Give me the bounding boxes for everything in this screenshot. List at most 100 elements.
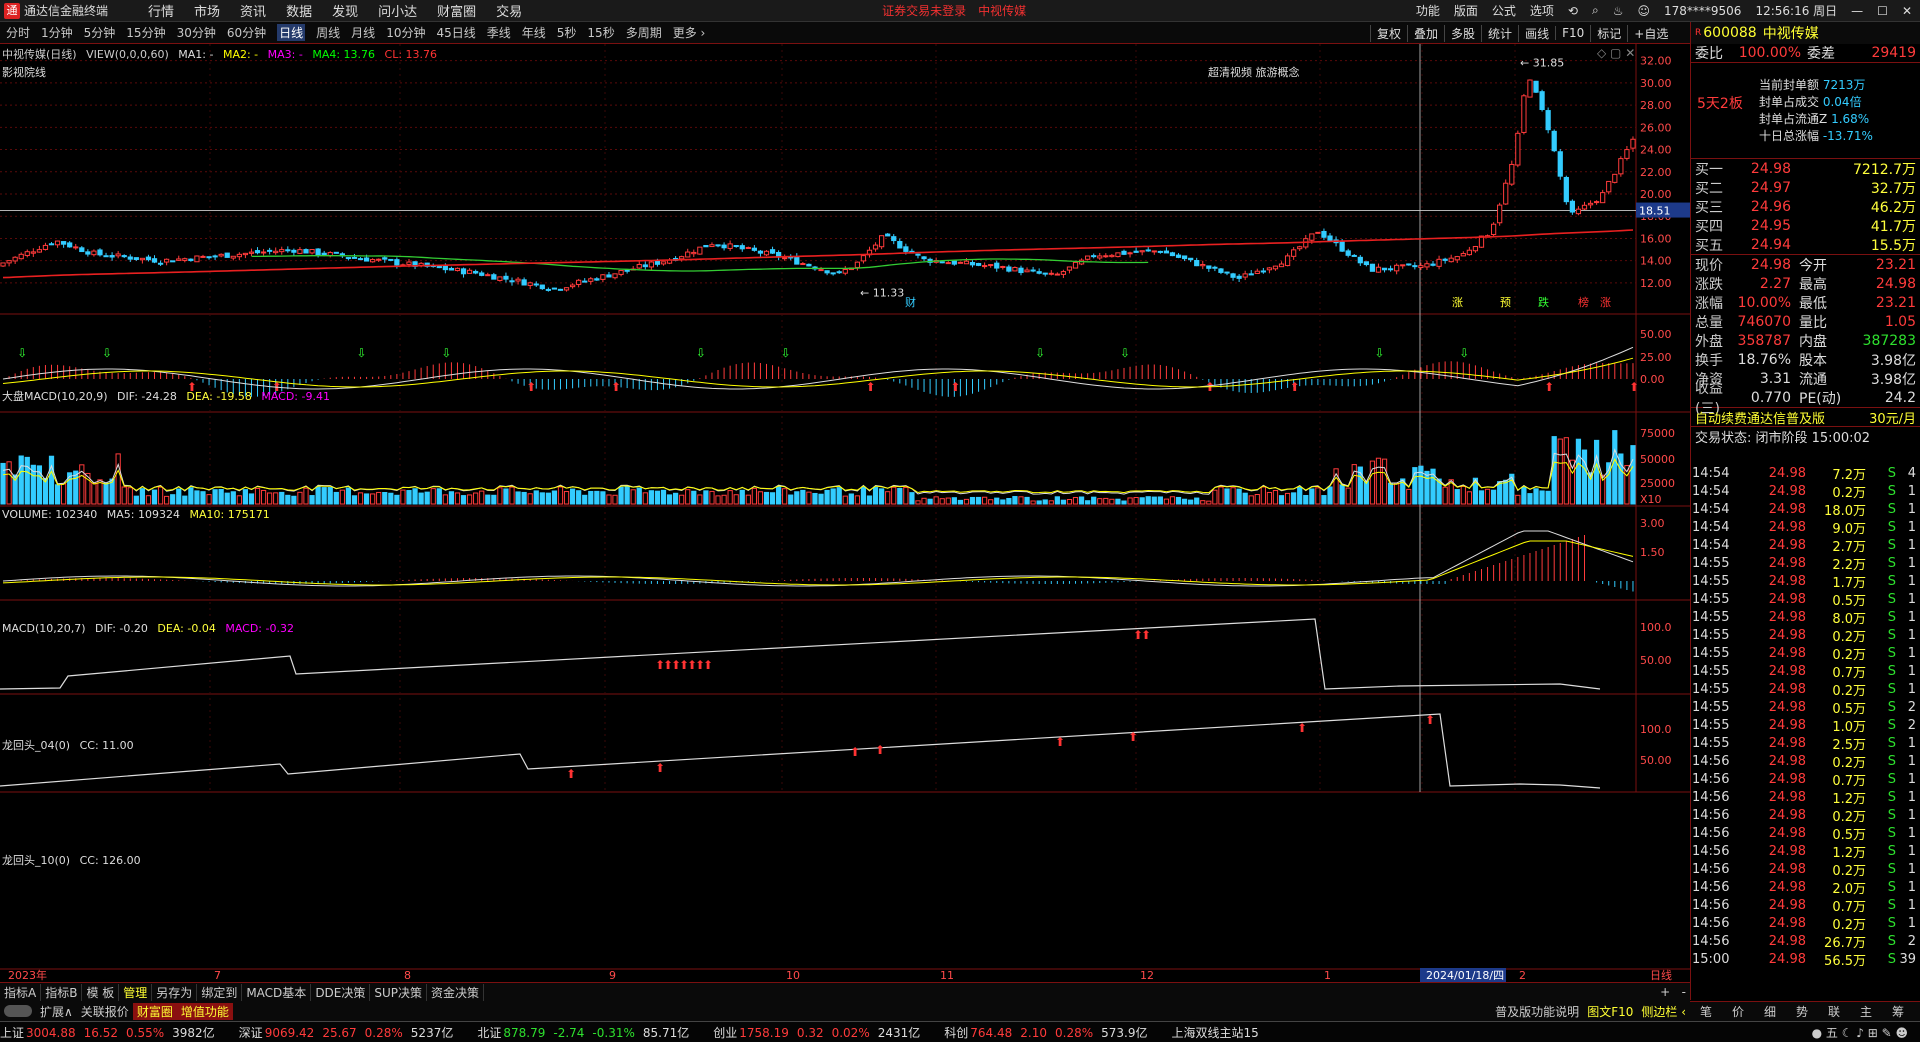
- menu-shichang[interactable]: 市场: [194, 1, 220, 20]
- tab-moban[interactable]: 模 板: [82, 983, 120, 1001]
- link-tuwen-f10[interactable]: 图文F10: [1583, 1003, 1637, 1020]
- tick-list[interactable]: 14:54 24.98 7.2万 S 4 14:54 24.98 0.2万 S 1 14:54 24.…: [1690, 464, 1920, 969]
- period-quarter[interactable]: 季线: [487, 24, 511, 41]
- minimize-icon[interactable]: —: [1851, 4, 1863, 18]
- menu-caifuquan[interactable]: 财富圈: [437, 1, 476, 20]
- price-tick: 20.00: [1640, 188, 1672, 201]
- period-weekly[interactable]: 周线: [316, 24, 340, 41]
- tick-count: 1: [1907, 519, 1916, 535]
- bid-row[interactable]: 买一 24.98 7212.7万: [1695, 159, 1916, 178]
- tool-f10[interactable]: F10: [1555, 26, 1590, 40]
- bid-row[interactable]: 买三 24.96 46.2万: [1695, 197, 1916, 216]
- period-60min[interactable]: 60分钟: [227, 24, 266, 41]
- promo-row[interactable]: 自动续费通达信普及版 30元/月: [1691, 408, 1920, 427]
- search-icon[interactable]: ⌕: [1592, 3, 1599, 18]
- bid-row[interactable]: 买二 24.97 32.7万: [1695, 178, 1916, 197]
- tool-huaxian[interactable]: 画线: [1518, 24, 1555, 42]
- quote-tab[interactable]: 笔: [1690, 1003, 1722, 1020]
- period-fenshi[interactable]: 分时: [6, 24, 30, 41]
- tab-guanli[interactable]: 管理: [119, 983, 153, 1001]
- tab-zhibiaoB[interactable]: 指标B: [41, 983, 83, 1001]
- zoom-controls[interactable]: + -: [1656, 985, 1690, 999]
- login-warning[interactable]: 证券交易未登录: [882, 2, 966, 19]
- menu-gongshi[interactable]: 公式: [1492, 2, 1516, 19]
- menu-jiaoyi[interactable]: 交易: [496, 1, 522, 20]
- quote-tab[interactable]: 筹: [1882, 1003, 1914, 1020]
- tab-bangdingdao[interactable]: 绑定到: [197, 983, 243, 1001]
- tick-time: 14:55: [1692, 591, 1730, 607]
- quote-tab[interactable]: 势: [1786, 1003, 1818, 1020]
- quote-tab[interactable]: 联: [1818, 1003, 1850, 1020]
- link-sidebar[interactable]: 侧边栏 ‹: [1637, 1003, 1690, 1020]
- index-2[interactable]: 北证 878.79 -2.74 -0.31% 85.71亿: [477, 1024, 701, 1041]
- menu-faxian[interactable]: 发现: [332, 1, 358, 20]
- tab-guanlian[interactable]: 关联报价: [77, 1003, 133, 1020]
- toggle-icon[interactable]: [4, 1005, 32, 1017]
- period-15min[interactable]: 15分钟: [126, 24, 165, 41]
- x-axis-label: 2024/01/18/四: [1426, 969, 1504, 982]
- menu-shuju[interactable]: 数据: [286, 1, 312, 20]
- index-4[interactable]: 科创 764.48 2.10 0.28% 573.9亿: [944, 1024, 1159, 1041]
- menu-wenxiaoda[interactable]: 问小达: [378, 1, 417, 20]
- period-multi[interactable]: 多周期: [626, 24, 662, 41]
- period-10min[interactable]: 10分钟: [386, 24, 425, 41]
- tick-row: 14:54 24.98 18.0万 S 1: [1690, 500, 1920, 519]
- period-30min[interactable]: 30分钟: [177, 24, 216, 41]
- tool-biaoji[interactable]: 标记: [1590, 24, 1627, 42]
- index-0[interactable]: 上证 3004.88 16.52 0.55% 3982亿: [0, 1024, 227, 1041]
- refresh-icon[interactable]: ⟲: [1568, 4, 1578, 18]
- volume-bar: [642, 492, 648, 505]
- tab-dde[interactable]: DDE决策: [311, 983, 371, 1001]
- quote-tab[interactable]: 主: [1850, 1003, 1882, 1020]
- server-name[interactable]: 上海双线主站15: [1171, 1024, 1258, 1041]
- quote-tab[interactable]: 价: [1722, 1003, 1754, 1020]
- tool-zixuan[interactable]: +自选: [1627, 24, 1674, 42]
- x-axis-label: 7: [214, 969, 221, 982]
- tab-zijin[interactable]: 资金决策: [427, 983, 485, 1001]
- link-pujiban[interactable]: 普及版功能说明: [1491, 1003, 1583, 1020]
- period-monthly[interactable]: 月线: [351, 24, 375, 41]
- tool-tongji[interactable]: 统计: [1481, 24, 1518, 42]
- quote-tab[interactable]: 细: [1754, 1003, 1786, 1020]
- bid-row[interactable]: 买四 24.95 41.7万: [1695, 216, 1916, 235]
- input-method-icon[interactable]: ● 五 ☾ ♪ ⊞ ✎ ☻: [1812, 1024, 1908, 1041]
- tick-side: S: [1887, 933, 1896, 949]
- period-more[interactable]: 更多 ›: [673, 24, 706, 41]
- stock-name-link[interactable]: 中视传媒: [978, 2, 1026, 19]
- menu-banmian[interactable]: 版面: [1454, 2, 1478, 19]
- gift-icon[interactable]: ♨: [1613, 4, 1624, 18]
- chart-settings-icon[interactable]: ◇ ▢ ✕: [1597, 46, 1635, 60]
- tab-caifuquan[interactable]: 财富圈: [132, 1002, 177, 1020]
- volume-bar: [485, 494, 491, 505]
- close-icon[interactable]: ✕: [1902, 4, 1912, 18]
- index-3[interactable]: 创业 1758.19 0.32 0.02% 2431亿: [713, 1024, 932, 1041]
- index-1[interactable]: 深证 9069.42 25.67 0.28% 5237亿: [239, 1024, 466, 1041]
- tab-kuozhan[interactable]: 扩展∧: [36, 1003, 77, 1020]
- candle-body: [818, 269, 824, 272]
- candle-body: [539, 284, 545, 290]
- menu-hangqing[interactable]: 行情: [148, 1, 174, 20]
- tool-diejia[interactable]: 叠加: [1407, 24, 1444, 42]
- tool-fuquan[interactable]: 复权: [1370, 24, 1407, 42]
- period-1min[interactable]: 1分钟: [41, 24, 73, 41]
- period-year[interactable]: 年线: [522, 24, 546, 41]
- period-15sec[interactable]: 15秒: [587, 24, 614, 41]
- tab-macd-basic[interactable]: MACD基本: [242, 983, 312, 1001]
- bid-row[interactable]: 买五 24.94 15.5万: [1695, 235, 1916, 254]
- tab-zhibiaoA[interactable]: 指标A: [0, 983, 42, 1001]
- period-5min[interactable]: 5分钟: [84, 24, 116, 41]
- tab-lingcunwei[interactable]: 另存为: [152, 983, 198, 1001]
- menu-zixun[interactable]: 资讯: [240, 1, 266, 20]
- volume-bar: [679, 494, 685, 505]
- tab-zengzhi[interactable]: 增值功能: [176, 1002, 233, 1020]
- period-5sec[interactable]: 5秒: [557, 24, 577, 41]
- period-daily[interactable]: 日线: [277, 24, 306, 41]
- menu-xuanxiang[interactable]: 选项: [1530, 2, 1554, 19]
- user-icon[interactable]: ☺: [1637, 4, 1650, 18]
- tab-sup[interactable]: SUP决策: [370, 983, 428, 1001]
- period-45day[interactable]: 45日线: [436, 24, 475, 41]
- user-id[interactable]: 178****9506: [1664, 4, 1741, 18]
- maximize-icon[interactable]: ☐: [1877, 4, 1888, 18]
- menu-gongneng[interactable]: 功能: [1416, 2, 1440, 19]
- tool-duogu[interactable]: 多股: [1444, 24, 1481, 42]
